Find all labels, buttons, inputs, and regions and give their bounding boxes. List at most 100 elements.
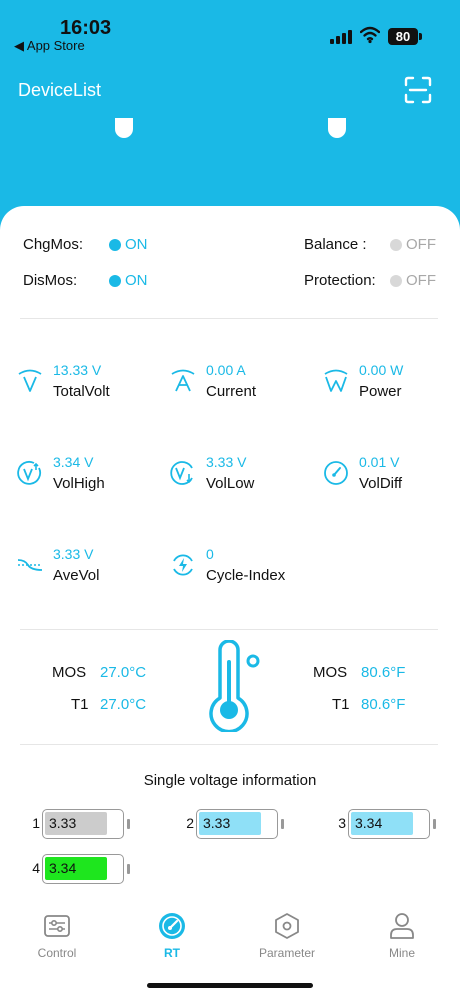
voltage-low-icon	[170, 461, 193, 485]
cell-value: 3.33	[49, 815, 77, 831]
vol-diff-value: 0.01 V	[359, 454, 400, 470]
tab-parameter[interactable]: Parameter	[237, 904, 337, 964]
metric-ave-vol: 3.33 V AveVol	[17, 546, 157, 590]
vol-high-label: VolHigh	[53, 475, 105, 492]
current-icon	[171, 369, 195, 392]
metric-vol-high: 3.34 V VolHigh	[17, 454, 157, 498]
metric-cycle-index: 0 Cycle-Index	[170, 546, 310, 590]
metric-current: 0.00 A Current	[170, 362, 310, 406]
cell-value: 3.34	[49, 860, 77, 876]
chgmos-state: ON	[125, 236, 148, 253]
status-dot-icon	[109, 238, 121, 251]
chgmos-toggle[interactable]: ON	[109, 236, 148, 253]
divider	[20, 744, 438, 745]
voltage-high-icon	[17, 460, 42, 485]
cell-battery-icon: 3.34	[348, 809, 430, 839]
single-voltage-title: Single voltage information	[143, 772, 317, 789]
user-icon	[390, 913, 414, 939]
protection-state: OFF	[406, 272, 436, 289]
status-dot-icon	[390, 238, 402, 251]
battery-cap	[127, 864, 130, 874]
ave-vol-value: 3.33 V	[53, 546, 94, 562]
status-time: 16:03	[60, 17, 112, 39]
protection-toggle[interactable]: OFF	[390, 272, 436, 289]
cell-index: 4	[32, 860, 40, 876]
wifi-icon	[360, 26, 380, 44]
voltage-icon	[18, 369, 42, 392]
vol-low-value: 3.33 V	[206, 454, 247, 470]
temp-t1-value-f: 80.6°F	[361, 696, 406, 713]
gauge-icon	[159, 913, 185, 939]
metric-vol-diff: 0.01 V VolDiff	[323, 454, 460, 498]
temp-mos-value-f: 80.6°F	[361, 664, 406, 681]
average-voltage-icon	[17, 559, 43, 571]
power-value: 0.00 W	[359, 362, 404, 378]
tab-mine[interactable]: Mine	[352, 904, 452, 964]
device-list-link[interactable]: DeviceList	[18, 80, 101, 101]
current-label: Current	[206, 383, 257, 400]
cycle-index-label: Cycle-Index	[206, 567, 286, 584]
total-volt-label: TotalVolt	[53, 383, 110, 400]
cell-battery-icon: 3.33	[196, 809, 278, 839]
vol-low-label: VolLow	[206, 475, 255, 492]
tab-label: Control	[37, 946, 77, 960]
metric-power: 0.00 W Power	[323, 362, 460, 406]
control-icon	[44, 915, 70, 937]
hexagon-icon	[275, 913, 299, 939]
status-bar: 16:03 ◀ App Store 80	[0, 0, 460, 60]
gauge-diff-icon	[324, 461, 348, 485]
temp-t1-value-c: 27.0°C	[100, 696, 147, 713]
temp-mos-value-c: 27.0°C	[100, 664, 147, 681]
status-dot-icon	[109, 274, 121, 287]
vol-high-value: 3.34 V	[53, 454, 94, 470]
vol-diff-label: VolDiff	[359, 475, 403, 492]
balance-toggle[interactable]: OFF	[390, 236, 436, 253]
metric-total-volt: 13.33 V TotalVolt	[17, 362, 157, 406]
protection-label: Protection:	[304, 272, 376, 289]
thermometer-icon	[209, 640, 260, 732]
tab-label: RT	[164, 946, 180, 960]
power-icon	[324, 369, 348, 392]
ave-vol-label: AveVol	[53, 567, 100, 584]
cycle-index-value: 0	[206, 546, 214, 562]
battery-cap	[127, 819, 130, 829]
scan-icon[interactable]	[404, 76, 432, 104]
dismos-label: DisMos:	[23, 272, 78, 289]
temp-t1-label-f: T1	[332, 696, 350, 713]
battery-cap	[281, 819, 284, 829]
tab-label: Parameter	[258, 946, 316, 960]
cell-index: 2	[186, 815, 194, 831]
cell-value: 3.33	[203, 815, 231, 831]
divider	[20, 629, 438, 630]
cycle-charge-icon	[173, 554, 193, 576]
balance-label: Balance :	[304, 236, 367, 253]
back-to-app-store[interactable]: ◀ App Store	[14, 38, 85, 54]
cell-battery-icon: 3.33	[42, 809, 124, 839]
cell-battery-icon: 3.34	[42, 854, 124, 884]
status-dot-icon	[390, 274, 402, 287]
cell-value: 3.34	[355, 815, 383, 831]
temp-mos-label-f: MOS	[313, 664, 348, 681]
dismos-toggle[interactable]: ON	[109, 272, 148, 289]
battery-indicator: 80	[388, 28, 422, 45]
current-value: 0.00 A	[206, 362, 246, 378]
cellular-signal-icon	[330, 30, 352, 44]
divider	[20, 318, 438, 319]
temp-mos-label-c: MOS	[52, 664, 87, 681]
total-volt-value: 13.33 V	[53, 362, 102, 378]
cell-index: 3	[338, 815, 346, 831]
tab-control[interactable]: Control	[7, 904, 107, 964]
chgmos-label: ChgMos:	[23, 236, 84, 253]
temp-t1-label-c: T1	[71, 696, 89, 713]
tab-rt[interactable]: RT	[122, 904, 222, 964]
metric-vol-low: 3.33 V VolLow	[170, 454, 310, 498]
tab-bar: Control RT Parameter Mine	[0, 904, 460, 964]
power-label: Power	[359, 383, 402, 400]
cell-index: 1	[32, 815, 40, 831]
header: 16:03 ◀ App Store 80 100% DeviceList	[0, 0, 460, 240]
dismos-state: ON	[125, 272, 148, 289]
home-indicator	[147, 983, 313, 988]
balance-state: OFF	[406, 236, 436, 253]
tab-label: Mine	[388, 946, 415, 960]
battery-cap	[433, 819, 436, 829]
